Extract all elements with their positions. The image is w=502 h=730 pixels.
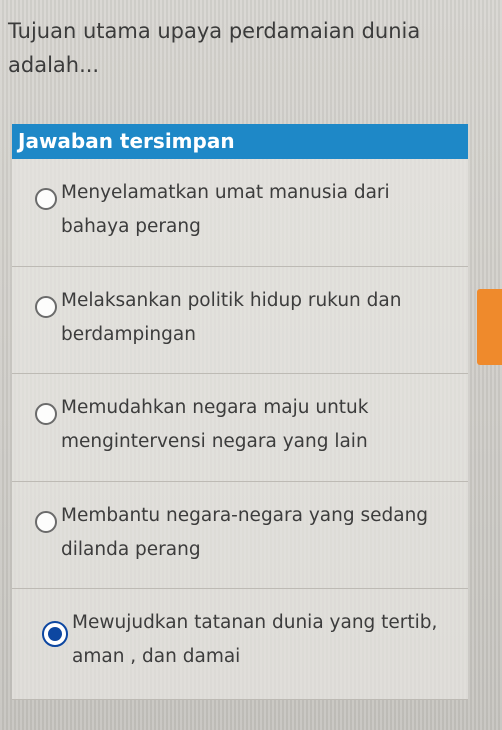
answer-option-label: Melaksankan politik hidup rukun dan berd… (61, 290, 402, 345)
answer-panel: Jawaban tersimpan Menyelamatkan umat man… (12, 124, 468, 700)
radio-button-icon[interactable] (35, 188, 57, 210)
answer-option-2[interactable]: Melaksankan politik hidup rukun dan berd… (12, 267, 468, 374)
radio-button-icon[interactable] (35, 511, 57, 533)
side-tab-button[interactable] (477, 289, 502, 365)
radio-button-icon[interactable] (35, 403, 57, 425)
answer-option-5[interactable]: Mewujudkan tatanan dunia yang tertib, am… (12, 589, 468, 700)
answer-option-3[interactable]: Memudahkan negara maju untuk menginterve… (12, 374, 468, 482)
answer-option-label: Mewujudkan tatanan dunia yang tertib, am… (72, 612, 438, 667)
answer-option-label: Memudahkan negara maju untuk menginterve… (61, 397, 369, 452)
answer-option-label: Menyelamatkan umat manusia dari bahaya p… (61, 182, 390, 237)
question-text: Tujuan utama upaya perdamaian dunia adal… (8, 19, 421, 77)
radio-button-selected-icon[interactable] (42, 621, 68, 647)
radio-button-icon[interactable] (35, 296, 57, 318)
saved-answer-header: Jawaban tersimpan (12, 124, 468, 159)
answer-option-1[interactable]: Menyelamatkan umat manusia dari bahaya p… (12, 159, 468, 267)
answer-option-4[interactable]: Membantu negara-negara yang sedang dilan… (12, 482, 468, 589)
answer-option-label: Membantu negara-negara yang sedang dilan… (61, 505, 429, 560)
